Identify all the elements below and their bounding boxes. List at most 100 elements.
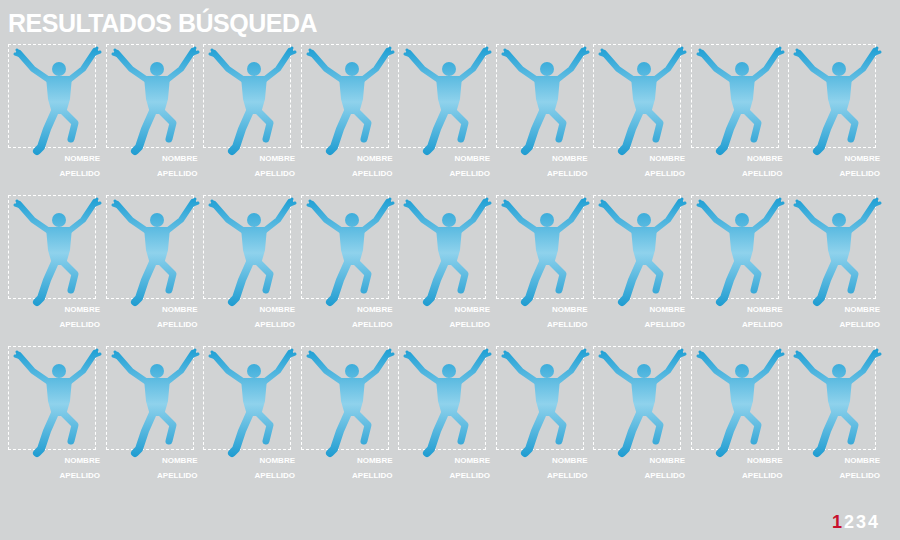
player-name: NOMBREAPELLIDO — [691, 453, 783, 483]
player-silhouette-icon — [596, 349, 692, 459]
result-card[interactable]: NOMBREAPELLIDO — [8, 195, 96, 332]
player-name: NOMBREAPELLIDO — [203, 151, 295, 181]
result-card[interactable]: NOMBREAPELLIDO — [398, 195, 486, 332]
first-name: NOMBRE — [552, 453, 588, 468]
player-name: NOMBREAPELLIDO — [106, 302, 198, 332]
photo-frame — [691, 44, 779, 148]
page-link[interactable]: 4 — [868, 511, 878, 533]
result-card[interactable]: NOMBREAPELLIDO — [496, 44, 584, 181]
photo-frame — [788, 195, 876, 299]
first-name: NOMBRE — [649, 302, 685, 317]
last-name: APELLIDO — [60, 166, 100, 181]
first-name: NOMBRE — [552, 151, 588, 166]
player-name: NOMBREAPELLIDO — [398, 151, 490, 181]
last-name: APELLIDO — [157, 166, 197, 181]
photo-frame — [203, 44, 291, 148]
photo-frame — [8, 346, 96, 450]
player-silhouette-icon — [791, 47, 887, 157]
page-link[interactable]: 2 — [844, 511, 854, 533]
result-card[interactable]: NOMBREAPELLIDO — [593, 195, 681, 332]
last-name: APELLIDO — [742, 317, 782, 332]
player-name: NOMBREAPELLIDO — [8, 302, 100, 332]
player-name: NOMBREAPELLIDO — [106, 453, 198, 483]
last-name: APELLIDO — [450, 468, 490, 483]
player-silhouette-icon — [304, 47, 400, 157]
last-name: APELLIDO — [645, 468, 685, 483]
last-name: APELLIDO — [645, 166, 685, 181]
result-card[interactable]: NOMBREAPELLIDO — [496, 346, 584, 483]
player-silhouette-icon — [109, 349, 205, 459]
last-name: APELLIDO — [742, 166, 782, 181]
page-title: RESULTADOS BÚSQUEDA — [8, 8, 894, 44]
result-card[interactable]: NOMBREAPELLIDO — [691, 346, 779, 483]
results-grid: NOMBREAPELLIDONOMBREAPELLIDONOMBREAPELLI… — [8, 44, 894, 483]
first-name: NOMBRE — [454, 302, 490, 317]
last-name: APELLIDO — [645, 317, 685, 332]
result-card[interactable]: NOMBREAPELLIDO — [788, 195, 876, 332]
result-card[interactable]: NOMBREAPELLIDO — [398, 44, 486, 181]
last-name: APELLIDO — [742, 468, 782, 483]
pagination: 1234 — [8, 511, 894, 533]
result-card[interactable]: NOMBREAPELLIDO — [691, 195, 779, 332]
photo-frame — [398, 195, 486, 299]
first-name: NOMBRE — [259, 302, 295, 317]
first-name: NOMBRE — [259, 453, 295, 468]
photo-frame — [203, 195, 291, 299]
result-card[interactable]: NOMBREAPELLIDO — [301, 346, 389, 483]
first-name: NOMBRE — [64, 151, 100, 166]
result-card[interactable]: NOMBREAPELLIDO — [301, 44, 389, 181]
result-card[interactable]: NOMBREAPELLIDO — [691, 44, 779, 181]
first-name: NOMBRE — [747, 302, 783, 317]
result-card[interactable]: NOMBREAPELLIDO — [8, 44, 96, 181]
result-card[interactable]: NOMBREAPELLIDO — [398, 346, 486, 483]
result-card[interactable]: NOMBREAPELLIDO — [8, 346, 96, 483]
player-silhouette-icon — [499, 349, 595, 459]
photo-frame — [301, 346, 389, 450]
result-card[interactable]: NOMBREAPELLIDO — [106, 346, 194, 483]
photo-frame — [593, 195, 681, 299]
last-name: APELLIDO — [157, 317, 197, 332]
photo-frame — [203, 346, 291, 450]
photo-frame — [106, 195, 194, 299]
result-card[interactable]: NOMBREAPELLIDO — [788, 44, 876, 181]
last-name: APELLIDO — [352, 468, 392, 483]
last-name: APELLIDO — [840, 317, 880, 332]
player-silhouette-icon — [11, 198, 107, 308]
last-name: APELLIDO — [352, 317, 392, 332]
player-silhouette-icon — [694, 47, 790, 157]
photo-frame — [496, 195, 584, 299]
photo-frame — [398, 44, 486, 148]
player-name: NOMBREAPELLIDO — [8, 453, 100, 483]
last-name: APELLIDO — [840, 166, 880, 181]
player-name: NOMBREAPELLIDO — [398, 302, 490, 332]
first-name: NOMBRE — [454, 453, 490, 468]
page-link[interactable]: 3 — [856, 511, 866, 533]
result-card[interactable]: NOMBREAPELLIDO — [496, 195, 584, 332]
player-silhouette-icon — [596, 198, 692, 308]
result-card[interactable]: NOMBREAPELLIDO — [593, 44, 681, 181]
player-silhouette-icon — [401, 47, 497, 157]
result-card[interactable]: NOMBREAPELLIDO — [788, 346, 876, 483]
photo-frame — [8, 44, 96, 148]
result-card[interactable]: NOMBREAPELLIDO — [203, 346, 291, 483]
first-name: NOMBRE — [64, 453, 100, 468]
player-silhouette-icon — [499, 47, 595, 157]
first-name: NOMBRE — [552, 302, 588, 317]
photo-frame — [106, 346, 194, 450]
result-card[interactable]: NOMBREAPELLIDO — [106, 44, 194, 181]
player-name: NOMBREAPELLIDO — [788, 302, 880, 332]
page-link[interactable]: 1 — [832, 511, 842, 533]
result-card[interactable]: NOMBREAPELLIDO — [203, 195, 291, 332]
player-silhouette-icon — [206, 47, 302, 157]
photo-frame — [301, 44, 389, 148]
result-card[interactable]: NOMBREAPELLIDO — [203, 44, 291, 181]
first-name: NOMBRE — [844, 453, 880, 468]
result-card[interactable]: NOMBREAPELLIDO — [593, 346, 681, 483]
first-name: NOMBRE — [357, 453, 393, 468]
result-card[interactable]: NOMBREAPELLIDO — [301, 195, 389, 332]
last-name: APELLIDO — [840, 468, 880, 483]
player-silhouette-icon — [694, 198, 790, 308]
last-name: APELLIDO — [450, 317, 490, 332]
result-card[interactable]: NOMBREAPELLIDO — [106, 195, 194, 332]
photo-frame — [691, 195, 779, 299]
